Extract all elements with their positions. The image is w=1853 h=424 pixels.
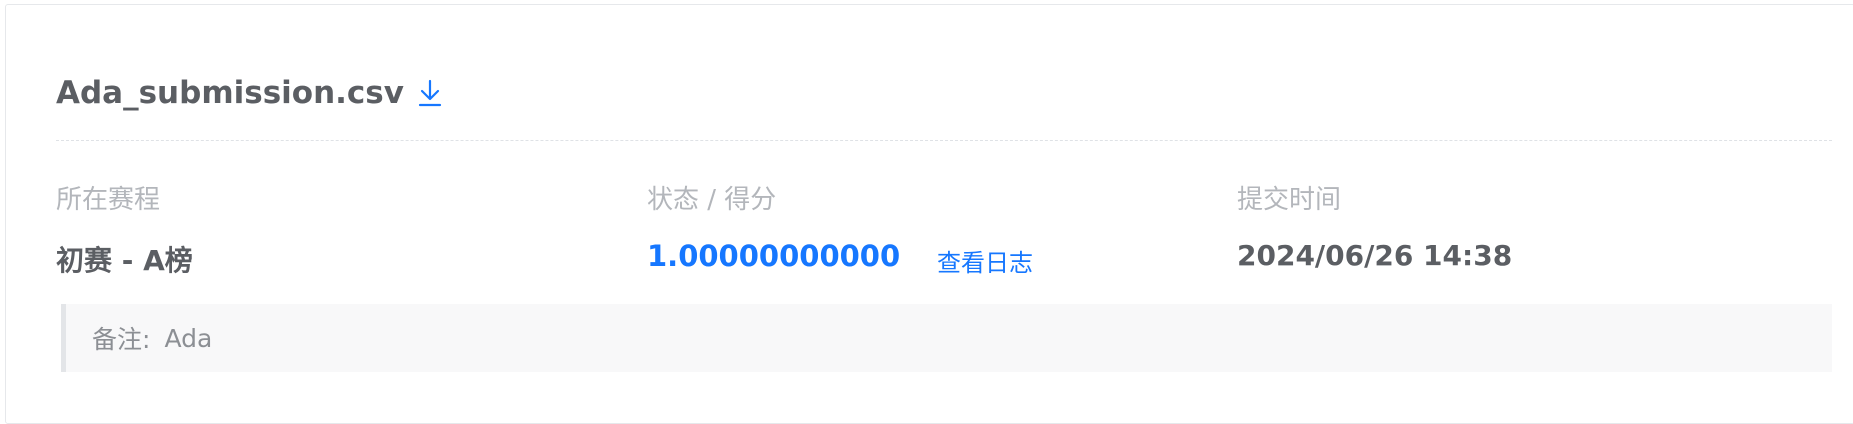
submit-time-value: 2024/06/26 14:38 xyxy=(1237,239,1513,272)
download-icon-glyph xyxy=(418,79,442,107)
round-value: 初赛 - A榜 xyxy=(56,244,193,277)
submit-time-label: 提交时间 xyxy=(1237,185,1342,215)
remark-box: 备注: Ada xyxy=(61,304,1832,372)
remark-text: Ada xyxy=(164,323,213,353)
score-value: 1.00000000000 xyxy=(647,239,901,273)
download-icon[interactable] xyxy=(418,78,444,108)
divider xyxy=(56,140,1832,141)
submission-card: Ada_submission.csv 所在赛程 状态 / 得分 提交时间 初赛 … xyxy=(5,4,1853,424)
title-row: Ada_submission.csv xyxy=(56,71,444,115)
remark-label: 备注: xyxy=(92,325,151,354)
file-name: Ada_submission.csv xyxy=(56,75,404,111)
round-label: 所在赛程 xyxy=(56,185,161,215)
status-score-label: 状态 / 得分 xyxy=(647,185,777,215)
view-log-link[interactable]: 查看日志 xyxy=(937,243,1033,278)
